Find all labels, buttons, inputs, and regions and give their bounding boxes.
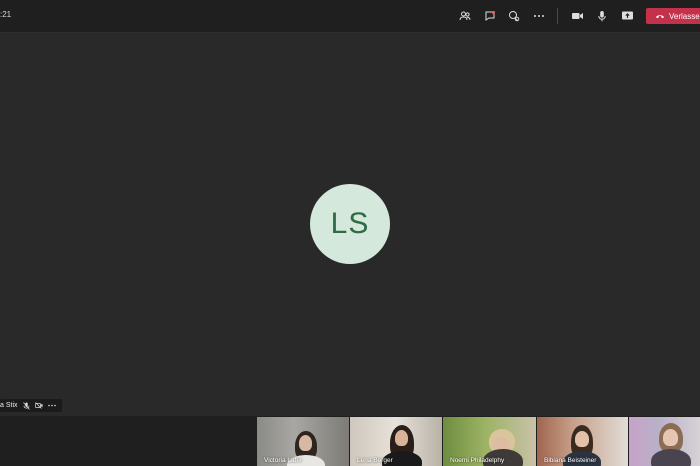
mic-muted-icon: [22, 401, 30, 410]
active-participant-name: a Stix: [0, 402, 18, 409]
phone-hangup-icon: [655, 13, 665, 19]
participant-avatar: LS: [310, 184, 390, 264]
leave-button[interactable]: Verlassen: [646, 8, 700, 24]
video-tile-name: Bibiana Beisteiner: [544, 457, 597, 464]
meeting-toolbar: :21 Verlassen: [0, 0, 700, 33]
reactions-icon[interactable]: [507, 9, 521, 23]
video-tile[interactable]: Bibiana Beisteiner: [537, 417, 628, 466]
active-participant-namecard: a Stix: [0, 399, 62, 412]
video-tile-name: Noemi Philadelphy: [450, 457, 505, 464]
share-screen-icon[interactable]: [620, 9, 634, 23]
meeting-timer: :21: [0, 10, 12, 19]
video-tile-name: Lena Berger: [357, 457, 393, 464]
video-tile[interactable]: [629, 417, 700, 466]
toolbar-divider: [557, 8, 558, 24]
microphone-icon[interactable]: [595, 9, 609, 23]
namecard-more-icon[interactable]: [47, 404, 56, 407]
video-tile-name: Victoria Lafer: [264, 457, 303, 464]
camera-icon[interactable]: [570, 9, 584, 23]
video-off-icon: [34, 402, 43, 409]
leave-button-label: Verlassen: [669, 11, 700, 21]
video-tile[interactable]: Lena Berger: [350, 417, 442, 466]
participants-icon[interactable]: [458, 9, 472, 23]
video-tile[interactable]: Victoria Lafer: [257, 417, 349, 466]
video-tile[interactable]: Noemi Philadelphy: [443, 417, 536, 466]
chat-icon[interactable]: [483, 9, 497, 23]
more-icon[interactable]: [532, 9, 546, 23]
